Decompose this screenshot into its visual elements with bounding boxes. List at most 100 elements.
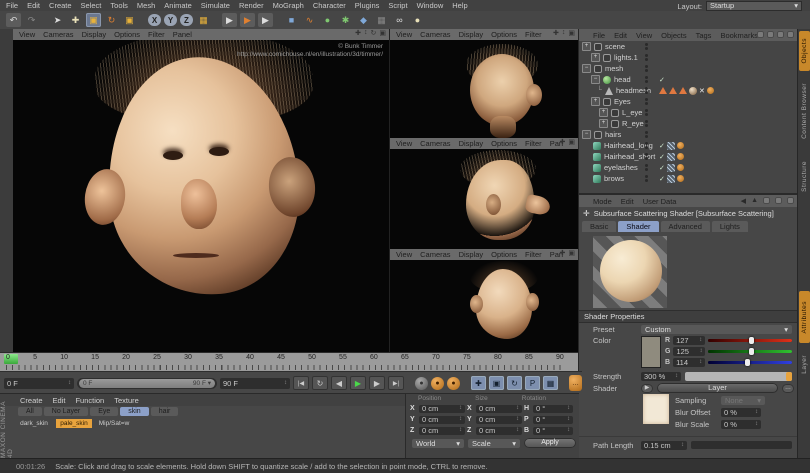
stepper-icon[interactable]: ↕	[755, 408, 758, 417]
add-deformer-button[interactable]: ◆	[356, 13, 371, 27]
vp-menu-filter[interactable]: Filter	[525, 139, 542, 148]
tree-item-hairhead-short[interactable]: Hairhead_short ✓	[579, 151, 798, 162]
vp-menu-display[interactable]: Display	[459, 139, 484, 148]
material-dark-skin[interactable]: dark_skin	[16, 419, 52, 428]
tree-item-eyes[interactable]: + Eyes	[579, 96, 798, 107]
tree-item-hairhead-long[interactable]: Hairhead_long ✓	[579, 140, 798, 151]
menu-character[interactable]: Character	[313, 1, 346, 10]
add-cube-button[interactable]: ■	[284, 13, 299, 27]
rot-p-field[interactable]: 0 ° ↕	[533, 415, 573, 424]
end-frame-field[interactable]: 90 F ↕	[220, 377, 290, 389]
tab-lights[interactable]: Lights	[711, 221, 748, 232]
expand-icon[interactable]: +	[582, 42, 591, 51]
render-settings-button[interactable]: ▶	[258, 13, 273, 27]
menu-mesh[interactable]: Mesh	[137, 1, 155, 10]
tab-basic[interactable]: Basic	[582, 221, 617, 232]
previous-frame-button[interactable]: ◀	[331, 376, 347, 390]
record-keyframe-button[interactable]: ●	[415, 376, 428, 390]
menu-file[interactable]: File	[6, 1, 18, 10]
tab-layer[interactable]: Layer	[799, 347, 810, 381]
enabled-check-icon[interactable]: ✓	[659, 175, 665, 183]
strength-slider[interactable]	[685, 371, 792, 381]
collapse-icon[interactable]: −	[582, 130, 591, 139]
section-shader-properties[interactable]: Shader Properties	[579, 310, 798, 323]
render-view-button[interactable]: ▶	[222, 13, 237, 27]
vp-menu-view[interactable]: View	[396, 139, 412, 148]
maximize-icon[interactable]: ▣	[568, 249, 575, 257]
stepper-icon[interactable]: ↕	[284, 379, 287, 388]
add-mograph-button[interactable]: ✱	[338, 13, 353, 27]
blur-scale-field[interactable]: 0 % ↕	[721, 420, 761, 429]
layer-tab-skin[interactable]: skin	[120, 407, 149, 416]
path-length-field[interactable]: 0.15 cm ↕	[641, 440, 687, 450]
layer-tab-all[interactable]: All	[18, 407, 42, 416]
hair-material-tag-icon[interactable]	[666, 174, 675, 183]
next-frame-button[interactable]: ▶	[369, 376, 385, 390]
om-menu-objects[interactable]: Objects	[661, 31, 686, 40]
filter-icon[interactable]	[777, 31, 784, 38]
visibility-toggles[interactable]	[645, 98, 648, 105]
zoom-icon[interactable]: ↕	[364, 29, 368, 37]
guides-tag-icon[interactable]	[676, 175, 684, 182]
channel-g-field[interactable]: 125 ↕	[673, 347, 706, 356]
keyframe-selection-button[interactable]: ●	[447, 376, 460, 390]
tag-list[interactable]: ✓	[659, 163, 684, 172]
sds-weight-tag-icon[interactable]: ✕	[699, 87, 705, 95]
pan-icon[interactable]: ✚	[560, 249, 566, 257]
add-floor-button[interactable]: ▦	[374, 13, 389, 27]
material-mip-sat[interactable]: Mip/Sat=w	[96, 419, 132, 428]
goto-start-button[interactable]: |◀	[293, 376, 309, 390]
tab-attributes[interactable]: Attributes	[799, 291, 810, 343]
menu-simulate[interactable]: Simulate	[201, 1, 230, 10]
current-frame-field[interactable]: 0 F ↕	[4, 377, 74, 389]
stepper-icon[interactable]: ↕	[516, 404, 519, 413]
tab-content-browser[interactable]: Content Browser	[799, 75, 810, 147]
tree-item-eyelashes[interactable]: eyelashes ✓	[579, 162, 798, 173]
shader-layer-button[interactable]: Layer	[657, 383, 778, 393]
visibility-toggles[interactable]	[645, 109, 648, 116]
shader-more-button[interactable]: …	[782, 383, 794, 393]
am-menu-userdata[interactable]: User Data	[643, 197, 677, 206]
am-menu-edit[interactable]: Edit	[621, 197, 634, 206]
menu-tools[interactable]: Tools	[110, 1, 128, 10]
search-icon[interactable]	[763, 197, 770, 204]
tab-structure[interactable]: Structure	[799, 151, 810, 201]
loop-button[interactable]: ↻	[312, 376, 328, 390]
goto-end-button[interactable]: ▶|	[388, 376, 404, 390]
vp-menu-display[interactable]: Display	[459, 250, 484, 259]
tree-item-head[interactable]: − head ✓	[579, 74, 798, 85]
layer-tab-hair[interactable]: hair	[150, 407, 179, 416]
history-back-icon[interactable]: ◀	[741, 197, 746, 205]
pan-icon[interactable]: ✚	[355, 29, 361, 37]
search-icon[interactable]	[757, 31, 764, 38]
vp-menu-options[interactable]: Options	[491, 250, 517, 259]
vp-menu-view[interactable]: View	[396, 30, 412, 39]
mode-dropdown[interactable]: Scale ▾	[468, 438, 520, 448]
stepper-icon[interactable]: ↕	[516, 426, 519, 435]
parent-icon[interactable]: ▲	[751, 197, 758, 205]
layer-tab-no-layer[interactable]: No Layer	[43, 407, 89, 416]
list-icon[interactable]	[787, 197, 794, 204]
tree-item-l-eye[interactable]: + L_eye	[579, 107, 798, 118]
menu-edit[interactable]: Edit	[27, 1, 40, 10]
stepper-icon[interactable]: ↕	[699, 358, 702, 367]
vp-menu-options[interactable]: Options	[491, 30, 517, 39]
pan-icon[interactable]: ✚	[560, 138, 566, 146]
menu-animate[interactable]: Animate	[164, 1, 192, 10]
stepper-icon[interactable]: ↕	[567, 415, 570, 424]
tag-list[interactable]: ✕	[659, 86, 714, 95]
vp-menu-filter[interactable]: Filter	[525, 30, 542, 39]
stepper-icon[interactable]: ↕	[699, 347, 702, 356]
size-z-field[interactable]: 0 cm ↕	[476, 426, 522, 435]
stepper-icon[interactable]: ↕	[699, 336, 702, 345]
mat-menu-texture[interactable]: Texture	[114, 396, 139, 405]
viewport-right[interactable]: View Cameras Display Options Filter Pan …	[390, 138, 578, 250]
visibility-toggles[interactable]	[645, 120, 648, 127]
tab-advanced[interactable]: Advanced	[660, 221, 710, 232]
viewport-perspective[interactable]: View Cameras Display Options Filter Pane…	[13, 29, 390, 352]
expand-icon[interactable]: +	[591, 53, 600, 62]
lock-y-axis-button[interactable]: Y	[164, 14, 177, 26]
live-selection-button[interactable]: ➤	[50, 13, 65, 27]
last-tool-button[interactable]: ▣	[122, 13, 137, 27]
channel-g-slider[interactable]	[708, 348, 792, 355]
